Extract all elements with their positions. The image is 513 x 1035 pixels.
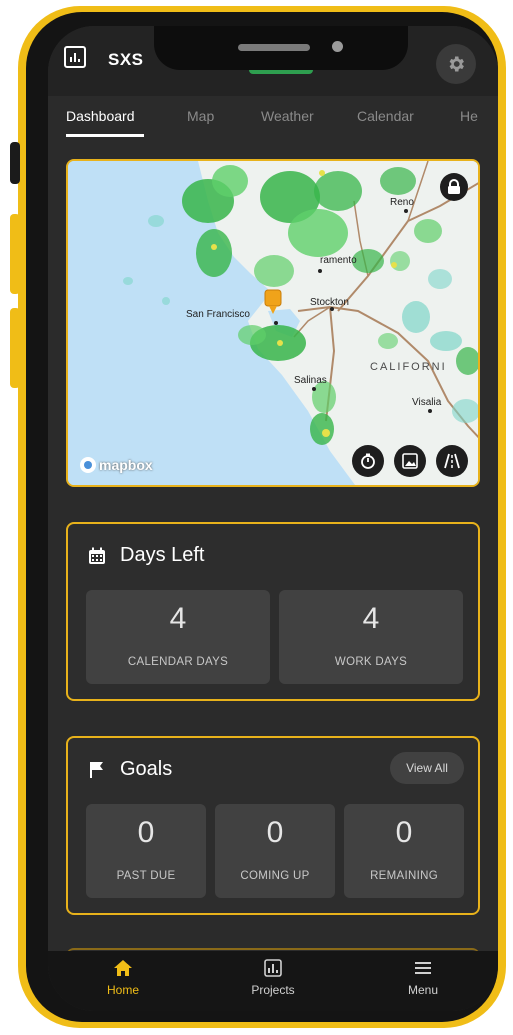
map-label-visalia: Visalia — [412, 397, 442, 408]
goals-card: Goals View All 0 PAST DUE 0 COMING UP 0 … — [66, 736, 480, 915]
volume-down-button — [10, 308, 20, 388]
silent-switch — [10, 142, 20, 184]
app-title: SXS — [108, 50, 144, 69]
mapbox-logo-icon — [80, 457, 96, 473]
calendar-days-tile[interactable]: 4 CALENDAR DAYS — [86, 590, 270, 684]
nav-home[interactable]: Home — [78, 959, 168, 997]
map-label-salinas: Salinas — [294, 375, 327, 386]
nav-projects[interactable]: Projects — [228, 959, 318, 997]
app-logo-icon — [64, 46, 86, 68]
map-label-reno: Reno — [390, 197, 414, 208]
device-notch — [154, 26, 408, 70]
nav-home-label: Home — [106, 983, 139, 997]
project-location-marker[interactable] — [264, 289, 282, 315]
hamburger-icon — [415, 962, 431, 974]
chart-icon — [264, 959, 282, 977]
map-canvas — [68, 161, 478, 485]
flag-icon — [90, 761, 103, 778]
speaker-grille — [238, 44, 310, 51]
lock-icon — [448, 179, 460, 194]
tab-dashboard[interactable]: Dashboard — [66, 108, 135, 124]
weather-radar-map[interactable]: Reno ramento Stockton San Francisco CALI… — [66, 159, 480, 487]
bottom-nav: Home Projects Menu — [48, 951, 498, 1011]
days-left-title: Days Left — [120, 544, 205, 566]
nav-menu-label: Menu — [407, 983, 439, 997]
app-screen: SXS Dashboard Map Weather Calendar He Re… — [48, 26, 498, 1011]
map-roads-button[interactable] — [436, 445, 468, 477]
coming-up-label: COMING UP — [240, 870, 310, 882]
tab-calendar[interactable]: Calendar — [357, 108, 414, 124]
map-label-san-francisco: San Francisco — [186, 309, 250, 320]
nav-menu[interactable]: Menu — [378, 959, 468, 997]
road-icon — [444, 453, 460, 469]
tab-map[interactable]: Map — [187, 108, 214, 124]
calendar-days-value: 4 — [169, 602, 187, 635]
days-left-header: Days Left — [88, 544, 204, 567]
remaining-value: 0 — [395, 816, 413, 849]
home-icon — [114, 960, 132, 976]
coming-up-tile[interactable]: 0 COMING UP — [215, 804, 335, 898]
nav-projects-label: Projects — [251, 983, 295, 997]
tab-weather[interactable]: Weather — [261, 108, 314, 124]
past-due-tile[interactable]: 0 PAST DUE — [86, 804, 206, 898]
settings-button[interactable] — [436, 44, 476, 84]
goals-header: Goals — [88, 758, 172, 781]
image-layers-icon — [402, 453, 418, 469]
view-all-goals-button[interactable]: View All — [390, 752, 464, 784]
calendar-days-label: CALENDAR DAYS — [127, 656, 229, 668]
map-layers-button[interactable] — [394, 445, 426, 477]
days-left-card: Days Left 4 CALENDAR DAYS 4 WORK DAYS — [66, 522, 480, 701]
mapbox-attribution[interactable]: mapbox — [80, 457, 153, 473]
work-days-value: 4 — [362, 602, 380, 635]
timer-icon — [361, 453, 375, 469]
map-label-sacramento: ramento — [320, 255, 357, 266]
remaining-tile[interactable]: 0 REMAINING — [344, 804, 464, 898]
active-tab-indicator — [66, 134, 144, 137]
past-due-value: 0 — [137, 816, 155, 849]
tab-help[interactable]: He — [460, 108, 478, 124]
gear-icon — [449, 56, 464, 72]
calendar-icon — [89, 547, 105, 564]
mapbox-attribution-text: mapbox — [99, 457, 153, 473]
work-days-tile[interactable]: 4 WORK DAYS — [279, 590, 463, 684]
volume-up-button — [10, 214, 20, 294]
coming-up-value: 0 — [266, 816, 284, 849]
remaining-label: REMAINING — [370, 870, 438, 882]
map-timer-button[interactable] — [352, 445, 384, 477]
map-lock-button[interactable] — [440, 173, 468, 201]
map-label-california: CALIFORNI — [370, 361, 447, 373]
past-due-label: PAST DUE — [116, 870, 176, 882]
goals-title: Goals — [120, 758, 173, 780]
front-camera — [332, 41, 343, 52]
work-days-label: WORK DAYS — [334, 656, 408, 668]
map-label-stockton: Stockton — [310, 297, 349, 308]
